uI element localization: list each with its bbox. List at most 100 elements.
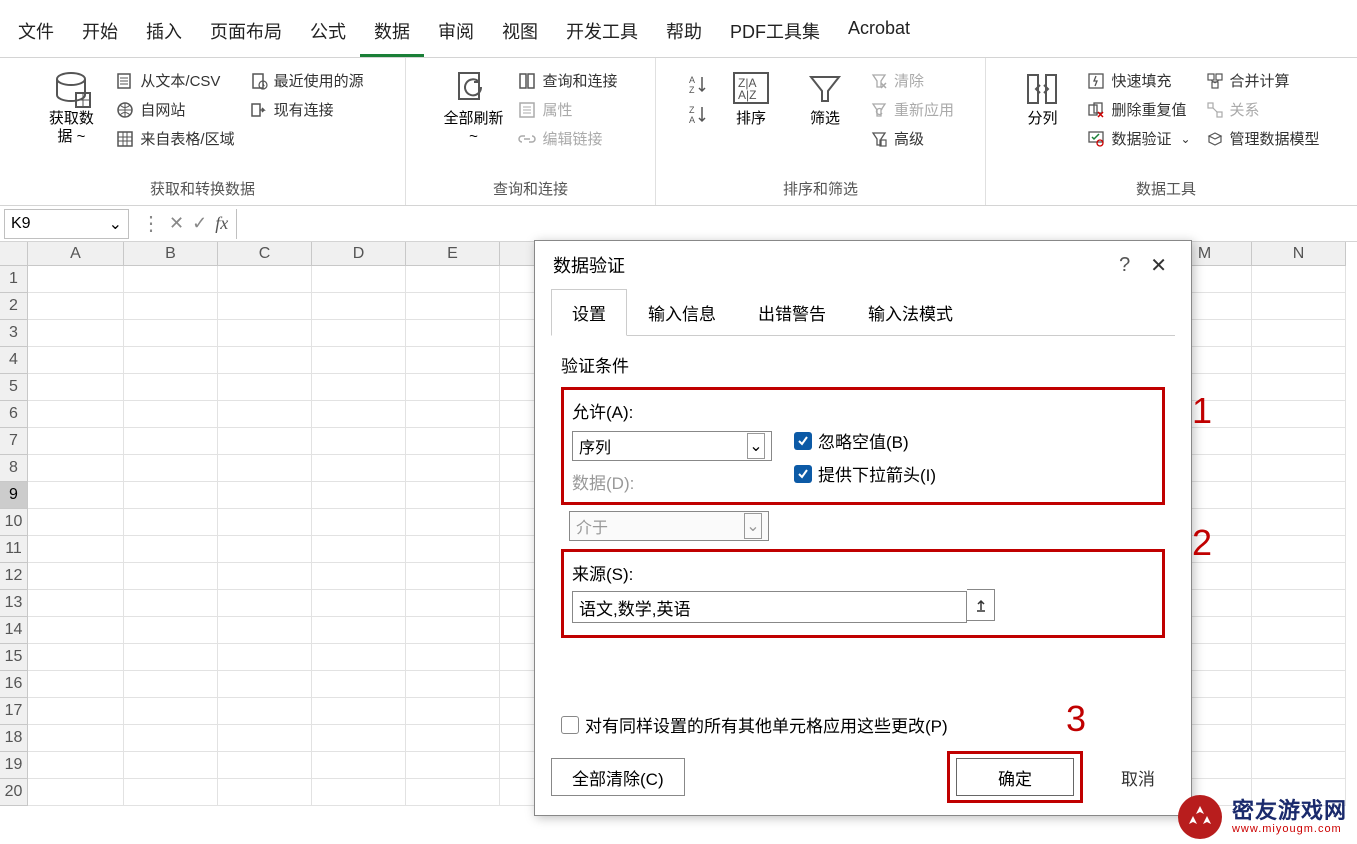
cell[interactable] (406, 644, 500, 671)
properties-button[interactable]: 属性 (513, 95, 621, 124)
refresh-all-button[interactable]: 全部刷新 ~ (439, 66, 507, 154)
dialog-tab-2[interactable]: 出错警告 (737, 289, 847, 336)
column-header[interactable]: D (312, 242, 406, 266)
cell[interactable] (1252, 644, 1346, 671)
cell[interactable] (28, 347, 124, 374)
cell[interactable] (312, 347, 406, 374)
cell[interactable] (406, 293, 500, 320)
cell[interactable] (406, 536, 500, 563)
cell[interactable] (218, 374, 312, 401)
cell[interactable] (312, 266, 406, 293)
cell[interactable] (1252, 320, 1346, 347)
cell[interactable] (28, 563, 124, 590)
row-header[interactable]: 5 (0, 374, 28, 401)
row-header[interactable]: 4 (0, 347, 28, 374)
cell[interactable] (28, 509, 124, 536)
cell[interactable] (124, 266, 218, 293)
column-header[interactable]: B (124, 242, 218, 266)
name-box[interactable]: K9 ⌄ (4, 209, 129, 239)
row-header[interactable]: 19 (0, 752, 28, 779)
cell[interactable] (406, 590, 500, 617)
cell[interactable] (1252, 509, 1346, 536)
cell[interactable] (312, 374, 406, 401)
cell[interactable] (218, 455, 312, 482)
row-header[interactable]: 11 (0, 536, 28, 563)
remove-duplicates-button[interactable]: 删除重复值 (1082, 95, 1194, 124)
cell[interactable] (218, 293, 312, 320)
cell[interactable] (124, 293, 218, 320)
tab-Acrobat[interactable]: Acrobat (834, 8, 924, 57)
enter-formula-button[interactable]: ✓ (192, 213, 207, 234)
cell[interactable] (406, 779, 500, 806)
cell[interactable] (28, 401, 124, 428)
help-button[interactable]: ? (1105, 254, 1144, 277)
cell[interactable] (124, 725, 218, 752)
cell[interactable] (312, 725, 406, 752)
cell[interactable] (124, 536, 218, 563)
queries-button[interactable]: 查询和连接 (513, 66, 621, 95)
row-header[interactable]: 18 (0, 725, 28, 752)
filter-button[interactable]: 筛选 (791, 66, 859, 136)
cell[interactable] (406, 266, 500, 293)
cell[interactable] (218, 590, 312, 617)
cell[interactable] (28, 671, 124, 698)
tab-开发工具[interactable]: 开发工具 (552, 8, 652, 57)
cell[interactable] (312, 482, 406, 509)
cell[interactable] (406, 401, 500, 428)
cell[interactable] (312, 536, 406, 563)
row-header[interactable]: 17 (0, 698, 28, 725)
cell[interactable] (28, 482, 124, 509)
cell[interactable] (312, 293, 406, 320)
cell[interactable] (406, 428, 500, 455)
cell[interactable] (218, 482, 312, 509)
cell[interactable] (218, 509, 312, 536)
cell[interactable] (406, 698, 500, 725)
cell[interactable] (28, 293, 124, 320)
cell[interactable] (1252, 725, 1346, 752)
cell[interactable] (218, 266, 312, 293)
text-to-columns-button[interactable]: 分列 (1008, 66, 1076, 136)
cell[interactable] (312, 698, 406, 725)
cell[interactable] (124, 779, 218, 806)
source-input[interactable]: 语文,数学,英语 (572, 591, 967, 623)
cell[interactable] (124, 374, 218, 401)
cell[interactable] (218, 698, 312, 725)
cell[interactable] (1252, 455, 1346, 482)
formula-menu-icon[interactable]: ⋮ (141, 211, 161, 236)
cell[interactable] (28, 428, 124, 455)
tab-公式[interactable]: 公式 (296, 8, 360, 57)
cell[interactable] (218, 725, 312, 752)
row-header[interactable]: 3 (0, 320, 28, 347)
cell[interactable] (312, 428, 406, 455)
cancel-button[interactable]: 取消 (1101, 758, 1175, 796)
cell[interactable] (312, 401, 406, 428)
from-csv-button[interactable]: 从文本/CSV (111, 66, 238, 95)
cell[interactable] (218, 644, 312, 671)
cell[interactable] (406, 347, 500, 374)
column-header[interactable]: E (406, 242, 500, 266)
tab-开始[interactable]: 开始 (68, 8, 132, 57)
cell[interactable] (124, 671, 218, 698)
cell[interactable] (124, 752, 218, 779)
sort-button[interactable]: Z|AA|Z 排序 (717, 66, 785, 136)
row-header[interactable]: 16 (0, 671, 28, 698)
cell[interactable] (28, 374, 124, 401)
cell[interactable] (406, 752, 500, 779)
existing-connections-button[interactable]: 现有连接 (245, 95, 368, 124)
cell[interactable] (312, 671, 406, 698)
cell[interactable] (124, 590, 218, 617)
in-cell-dropdown-checkbox[interactable]: 提供下拉箭头(I) (794, 457, 936, 490)
cell[interactable] (28, 644, 124, 671)
cell[interactable] (312, 752, 406, 779)
cell[interactable] (312, 617, 406, 644)
formula-input[interactable] (236, 209, 1357, 239)
cell[interactable] (312, 590, 406, 617)
ignore-blank-checkbox[interactable]: 忽略空值(B) (794, 424, 936, 457)
cell[interactable] (1252, 482, 1346, 509)
cell[interactable] (124, 455, 218, 482)
cell[interactable] (124, 347, 218, 374)
cell[interactable] (1252, 401, 1346, 428)
chevron-down-icon[interactable]: ⌄ (109, 214, 122, 234)
cell[interactable] (312, 644, 406, 671)
fx-icon[interactable]: fx (215, 213, 228, 234)
